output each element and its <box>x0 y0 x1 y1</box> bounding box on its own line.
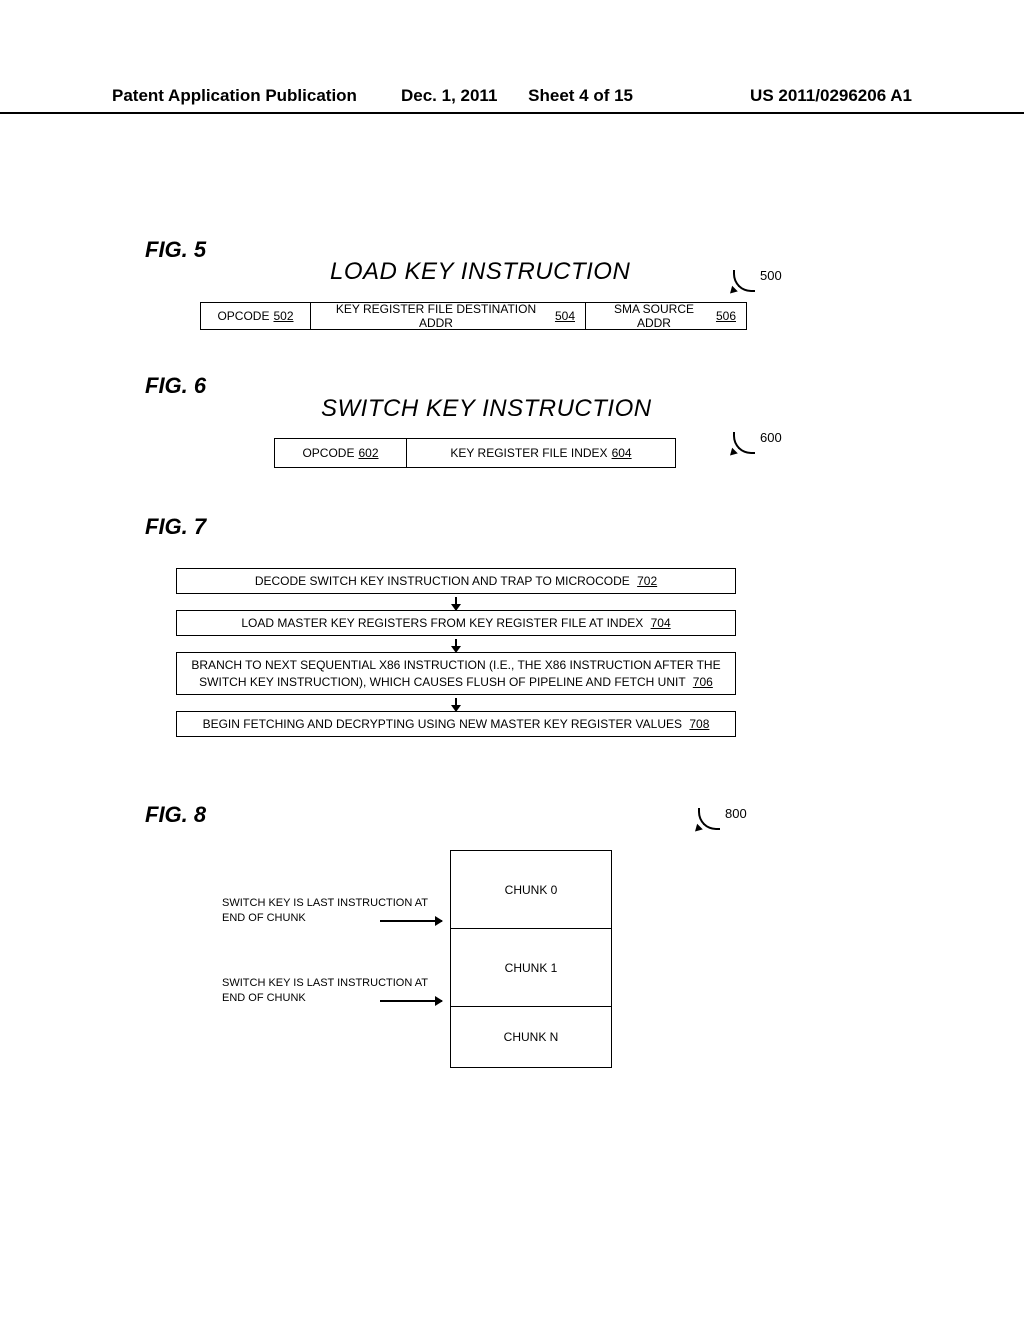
fig7-step-1: DECODE SWITCH KEY INSTRUCTION AND TRAP T… <box>176 568 736 594</box>
fig5-opcode: OPCODE 502 <box>201 303 311 329</box>
fig6-label: FIG. 6 <box>145 373 206 399</box>
fig8-label: FIG. 8 <box>145 802 206 828</box>
fig5-title: LOAD KEY INSTRUCTION <box>330 258 630 286</box>
fig5-instruction-format: OPCODE 502 KEY REGISTER FILE DESTINATION… <box>200 302 747 330</box>
patent-page: Patent Application Publication Dec. 1, 2… <box>0 0 1024 1320</box>
fig5-dest-ref: 504 <box>555 309 575 323</box>
flow-arrow-icon <box>176 594 736 610</box>
fig7-label: FIG. 7 <box>145 514 206 540</box>
fig7-step1-text: DECODE SWITCH KEY INSTRUCTION AND TRAP T… <box>255 574 630 588</box>
header-date: Dec. 1, 2011 <box>401 86 497 105</box>
header-left: Patent Application Publication <box>112 86 391 106</box>
fig5-src-ref: 506 <box>716 309 736 323</box>
fig5-src-addr: SMA SOURCE ADDR 506 <box>586 303 746 329</box>
fig5-opcode-ref: 502 <box>273 309 293 323</box>
fig6-instruction-format: OPCODE 602 KEY REGISTER FILE INDEX 604 <box>274 438 676 468</box>
fig8-chunk-0: CHUNK 0 <box>451 851 611 929</box>
fig5-src-text: SMA SOURCE ADDR <box>596 302 712 330</box>
fig8-lead-arrow-icon <box>698 808 726 836</box>
fig7-step3-ref: 706 <box>693 675 713 689</box>
fig7-step3-text: BRANCH TO NEXT SEQUENTIAL X86 INSTRUCTIO… <box>191 658 720 688</box>
fig5-dest-text: KEY REGISTER FILE DESTINATION ADDR <box>321 302 551 330</box>
fig7-flowchart: DECODE SWITCH KEY INSTRUCTION AND TRAP T… <box>176 568 736 737</box>
fig8-chunk-stack: CHUNK 0 CHUNK 1 CHUNK N <box>450 850 612 1068</box>
fig7-step-4: BEGIN FETCHING AND DECRYPTING USING NEW … <box>176 711 736 737</box>
fig8-chunk-n: CHUNK N <box>451 1007 611 1067</box>
fig6-index-text: KEY REGISTER FILE INDEX <box>450 446 607 460</box>
fig5-opcode-text: OPCODE <box>217 309 269 323</box>
fig8-chunk-1: CHUNK 1 <box>451 929 611 1007</box>
fig5-lead-arrow-icon <box>733 270 761 298</box>
fig5-callout: 500 <box>760 268 782 283</box>
fig6-callout: 600 <box>760 430 782 445</box>
header-mid: Dec. 1, 2011 Sheet 4 of 15 <box>401 86 633 106</box>
fig6-index: KEY REGISTER FILE INDEX 604 <box>407 439 675 467</box>
page-header: Patent Application Publication Dec. 1, 2… <box>0 86 1024 114</box>
fig7-step2-text: LOAD MASTER KEY REGISTERS FROM KEY REGIS… <box>241 616 643 630</box>
header-sheet: Sheet 4 of 15 <box>528 86 633 106</box>
fig7-step4-ref: 708 <box>689 717 709 731</box>
fig7-step4-text: BEGIN FETCHING AND DECRYPTING USING NEW … <box>203 717 682 731</box>
fig6-lead-arrow-icon <box>733 432 761 460</box>
fig7-step2-ref: 704 <box>651 616 671 630</box>
fig7-step-3: BRANCH TO NEXT SEQUENTIAL X86 INSTRUCTIO… <box>176 652 736 694</box>
fig7-step-2: LOAD MASTER KEY REGISTERS FROM KEY REGIS… <box>176 610 736 636</box>
fig8-arrow-2-icon <box>380 1000 442 1002</box>
fig7-step1-ref: 702 <box>637 574 657 588</box>
fig6-opcode-ref: 602 <box>358 446 378 460</box>
fig6-opcode: OPCODE 602 <box>275 439 407 467</box>
flow-arrow-icon <box>176 695 736 711</box>
header-pubno: US 2011/0296206 A1 <box>633 86 912 106</box>
fig8-arrow-1-icon <box>380 920 442 922</box>
fig5-dest-addr: KEY REGISTER FILE DESTINATION ADDR 504 <box>311 303 586 329</box>
fig6-title: SWITCH KEY INSTRUCTION <box>321 395 652 423</box>
fig5-label: FIG. 5 <box>145 237 206 263</box>
fig6-opcode-text: OPCODE <box>302 446 354 460</box>
flow-arrow-icon <box>176 636 736 652</box>
fig6-index-ref: 604 <box>612 446 632 460</box>
fig8-callout: 800 <box>725 806 747 821</box>
